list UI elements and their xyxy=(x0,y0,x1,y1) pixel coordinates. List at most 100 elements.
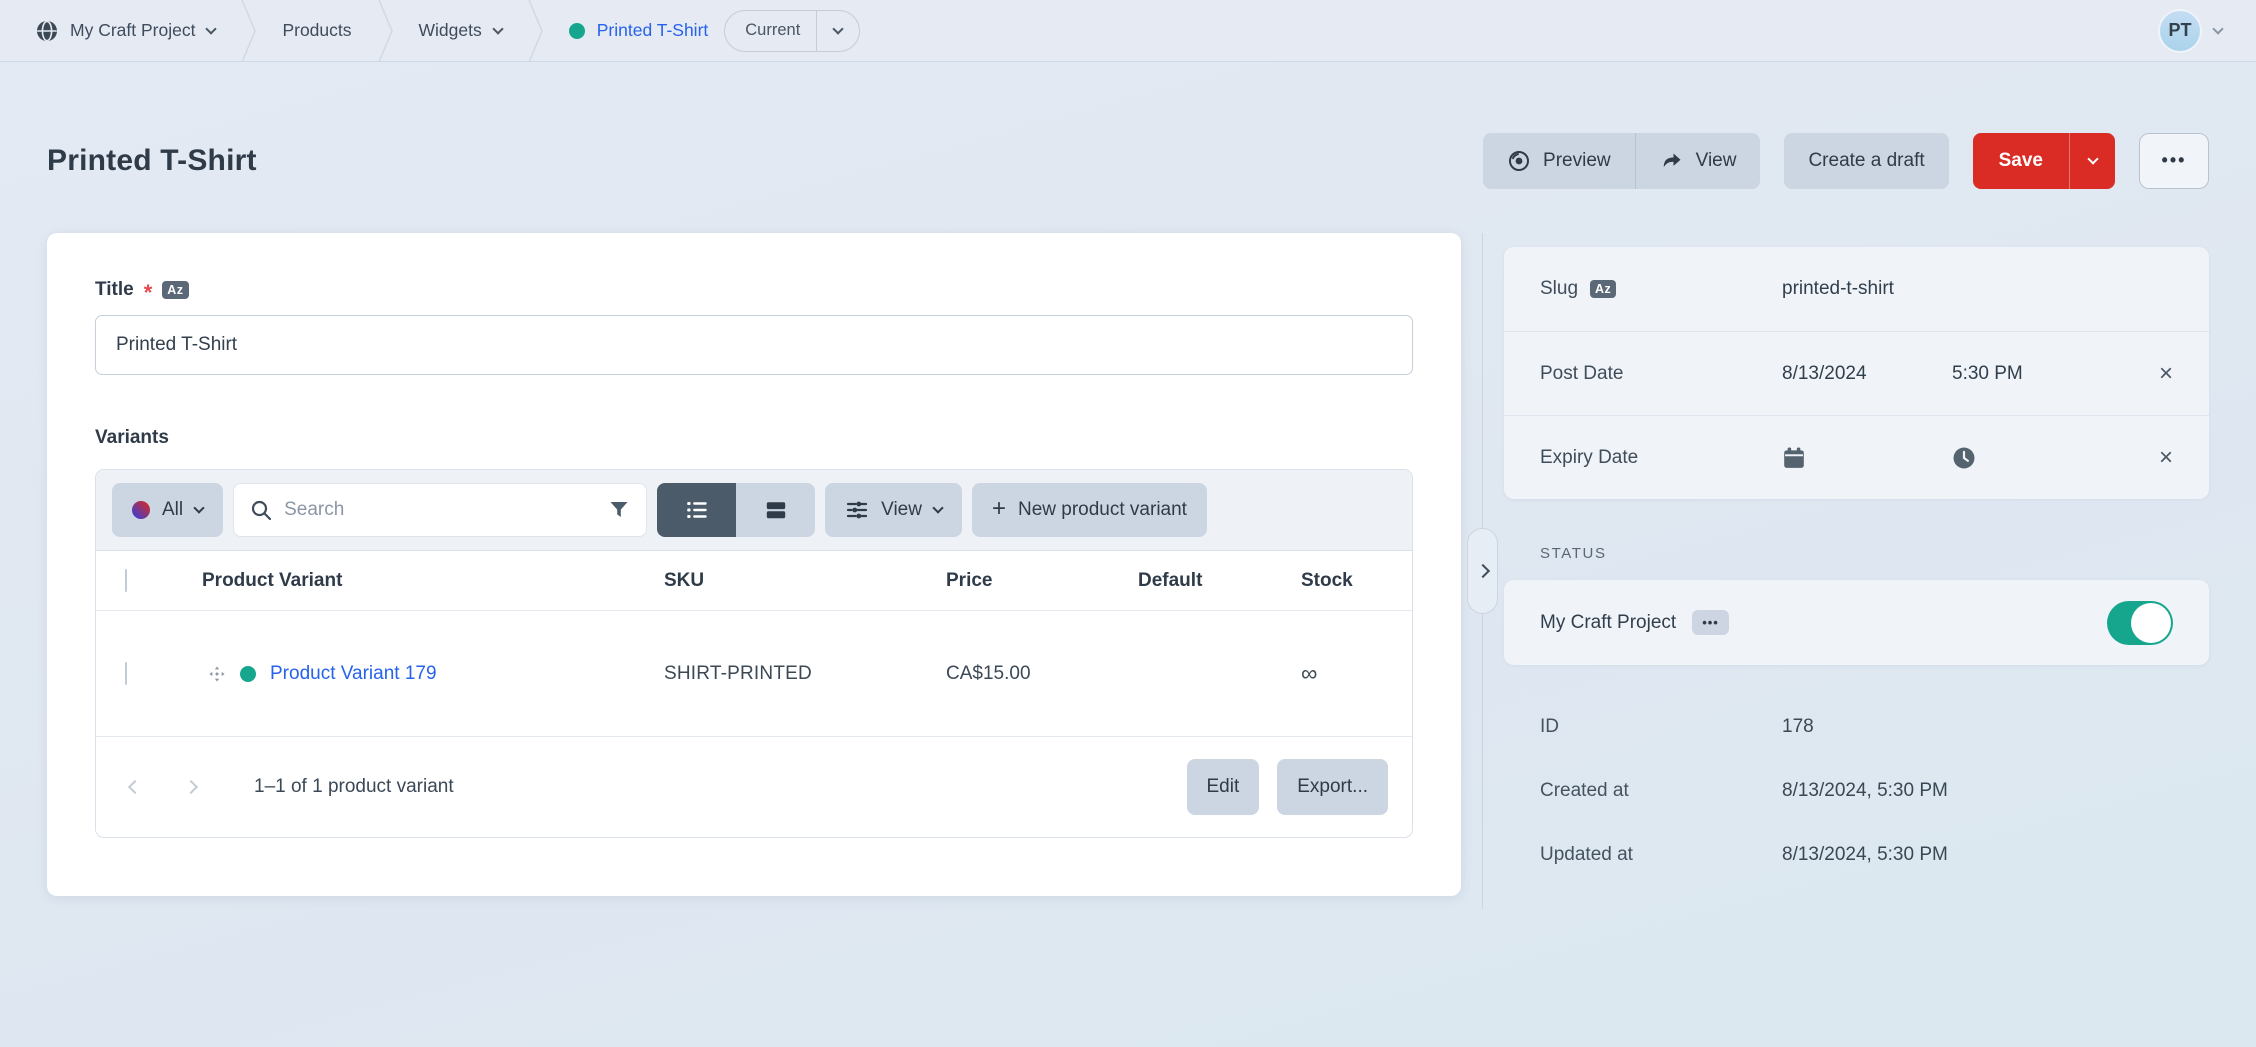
column-header[interactable]: Price xyxy=(946,570,1138,592)
id-label: ID xyxy=(1540,716,1782,738)
table-header: Product Variant SKU Price Default Stock xyxy=(96,551,1412,611)
avatar[interactable]: PT xyxy=(2158,9,2202,53)
clear-expiry-date-button[interactable]: × xyxy=(2159,446,2173,470)
sidebar-collapse-button[interactable] xyxy=(1467,528,1498,614)
created-row: Created at 8/13/2024, 5:30 PM xyxy=(1504,769,2209,813)
sliders-icon xyxy=(845,498,869,522)
breadcrumb-entry[interactable]: Printed T-Shirt xyxy=(569,20,709,41)
clear-post-date-button[interactable]: × xyxy=(2159,362,2173,386)
chevron-down-icon xyxy=(193,502,204,513)
id-row: ID 178 xyxy=(1504,705,2209,749)
drag-handle-icon[interactable] xyxy=(208,665,226,683)
plus-icon: + xyxy=(992,497,1006,521)
status-heading: STATUS xyxy=(1540,545,2209,562)
share-arrow-icon xyxy=(1660,149,1684,173)
chevron-down-icon xyxy=(2212,23,2223,34)
variant-stock: ∞ xyxy=(1301,660,1412,687)
variants-listbox: All xyxy=(95,469,1413,838)
expiry-date-row: Expiry Date × xyxy=(1504,415,2209,499)
clock-icon[interactable] xyxy=(1952,446,1976,470)
site-status-menu-button[interactable]: ••• xyxy=(1692,610,1729,635)
column-header[interactable]: Product Variant xyxy=(202,570,664,592)
calendar-icon[interactable] xyxy=(1782,446,1806,470)
slug-row: Slug Az printed-t-shirt xyxy=(1504,247,2209,331)
created-value: 8/13/2024, 5:30 PM xyxy=(1782,780,1948,802)
updated-row: Updated at 8/13/2024, 5:30 PM xyxy=(1504,833,2209,877)
view-options-button[interactable]: View xyxy=(825,483,962,537)
post-date-row: Post Date 8/13/2024 5:30 PM × xyxy=(1504,331,2209,415)
preview-button[interactable]: Preview xyxy=(1483,133,1636,189)
view-button[interactable]: View xyxy=(1636,133,1761,189)
save-button[interactable]: Save xyxy=(1973,133,2069,189)
edit-button[interactable]: Edit xyxy=(1187,759,1260,815)
sidebar-rail xyxy=(1461,233,1504,909)
breadcrumb-separator xyxy=(241,0,256,62)
entry-name: Printed T-Shirt xyxy=(597,20,709,41)
prev-page-button[interactable] xyxy=(128,780,142,794)
breadcrumb-widgets[interactable]: Widgets xyxy=(419,20,502,41)
chevron-down-icon xyxy=(932,502,943,513)
chevron-right-icon xyxy=(1475,564,1489,578)
export-button[interactable]: Export... xyxy=(1277,759,1388,815)
row-checkbox[interactable] xyxy=(125,662,127,685)
topbar: My Craft Project Products Widgets Printe… xyxy=(0,0,2256,62)
created-label: Created at xyxy=(1540,780,1782,802)
id-value: 178 xyxy=(1782,716,1814,738)
translate-icon: Az xyxy=(1590,280,1616,299)
chevron-down-icon xyxy=(206,23,217,34)
select-all-checkbox[interactable] xyxy=(125,569,127,592)
craft-admin-app: My Craft Project Products Widgets Printe… xyxy=(0,0,2256,1047)
breadcrumb-separator xyxy=(378,0,393,62)
slug-label: Slug xyxy=(1540,278,1578,300)
title-label: Title xyxy=(95,279,134,301)
search-icon xyxy=(250,499,272,521)
revision-label: Current xyxy=(725,21,816,40)
search-box xyxy=(233,483,647,537)
meta-card: Slug Az printed-t-shirt Post Date 8/13/2… xyxy=(1504,247,2209,499)
search-input[interactable] xyxy=(284,499,596,521)
table-row: Product Variant 179 SHIRT-PRINTED CA$15.… xyxy=(96,611,1412,737)
save-group: Save xyxy=(1973,133,2115,189)
site-enabled-toggle[interactable] xyxy=(2107,601,2173,645)
variant-link[interactable]: Product Variant 179 xyxy=(270,663,437,685)
site-filter-button[interactable]: All xyxy=(112,483,223,537)
column-header[interactable]: SKU xyxy=(664,570,946,592)
post-date-input[interactable]: 8/13/2024 xyxy=(1782,363,1867,385)
column-header[interactable]: Default xyxy=(1138,570,1301,592)
revision-caret-button[interactable] xyxy=(817,29,859,33)
chevron-down-icon xyxy=(492,23,503,34)
breadcrumb: My Craft Project Products Widgets Printe… xyxy=(36,0,860,61)
entry-meta-info: ID 178 Created at 8/13/2024, 5:30 PM Upd… xyxy=(1504,705,2209,877)
variants-heading: Variants xyxy=(95,427,1413,449)
variants-toolbar: All xyxy=(96,470,1412,551)
status-dot xyxy=(240,666,256,682)
create-draft-button[interactable]: Create a draft xyxy=(1784,133,1948,189)
account-menu[interactable]: PT xyxy=(2158,9,2222,53)
post-time-input[interactable]: 5:30 PM xyxy=(1952,363,2023,385)
post-date-label: Post Date xyxy=(1540,363,1782,385)
card-view-button[interactable] xyxy=(736,483,815,537)
title-field: Title * Az xyxy=(95,279,1413,375)
pagination-count: 1–1 of 1 product variant xyxy=(254,776,454,798)
sidebar: Slug Az printed-t-shirt Post Date 8/13/2… xyxy=(1504,233,2209,897)
variant-price: CA$15.00 xyxy=(946,663,1138,685)
more-actions-button[interactable]: ••• xyxy=(2139,133,2209,189)
filter-funnel-icon[interactable] xyxy=(608,499,630,521)
slug-value[interactable]: printed-t-shirt xyxy=(1782,278,1894,300)
eye-icon xyxy=(1507,149,1531,173)
list-view-button[interactable] xyxy=(657,483,736,537)
view-mode-toggle xyxy=(657,483,815,537)
breadcrumb-products[interactable]: Products xyxy=(282,20,351,41)
save-menu-button[interactable] xyxy=(2069,133,2115,189)
translate-icon: Az xyxy=(162,281,188,300)
revision-menu[interactable]: Current xyxy=(724,10,860,52)
column-header[interactable]: Stock xyxy=(1301,570,1412,592)
next-page-button[interactable] xyxy=(184,780,198,794)
required-marker: * xyxy=(144,288,153,298)
page-title: Printed T-Shirt xyxy=(47,144,257,178)
title-input[interactable] xyxy=(95,315,1413,375)
page-header: Printed T-Shirt Preview View Create a dr xyxy=(0,62,2256,233)
new-variant-button[interactable]: + New product variant xyxy=(972,483,1207,537)
preview-view-group: Preview View xyxy=(1483,133,1760,189)
breadcrumb-project[interactable]: My Craft Project xyxy=(36,20,215,42)
